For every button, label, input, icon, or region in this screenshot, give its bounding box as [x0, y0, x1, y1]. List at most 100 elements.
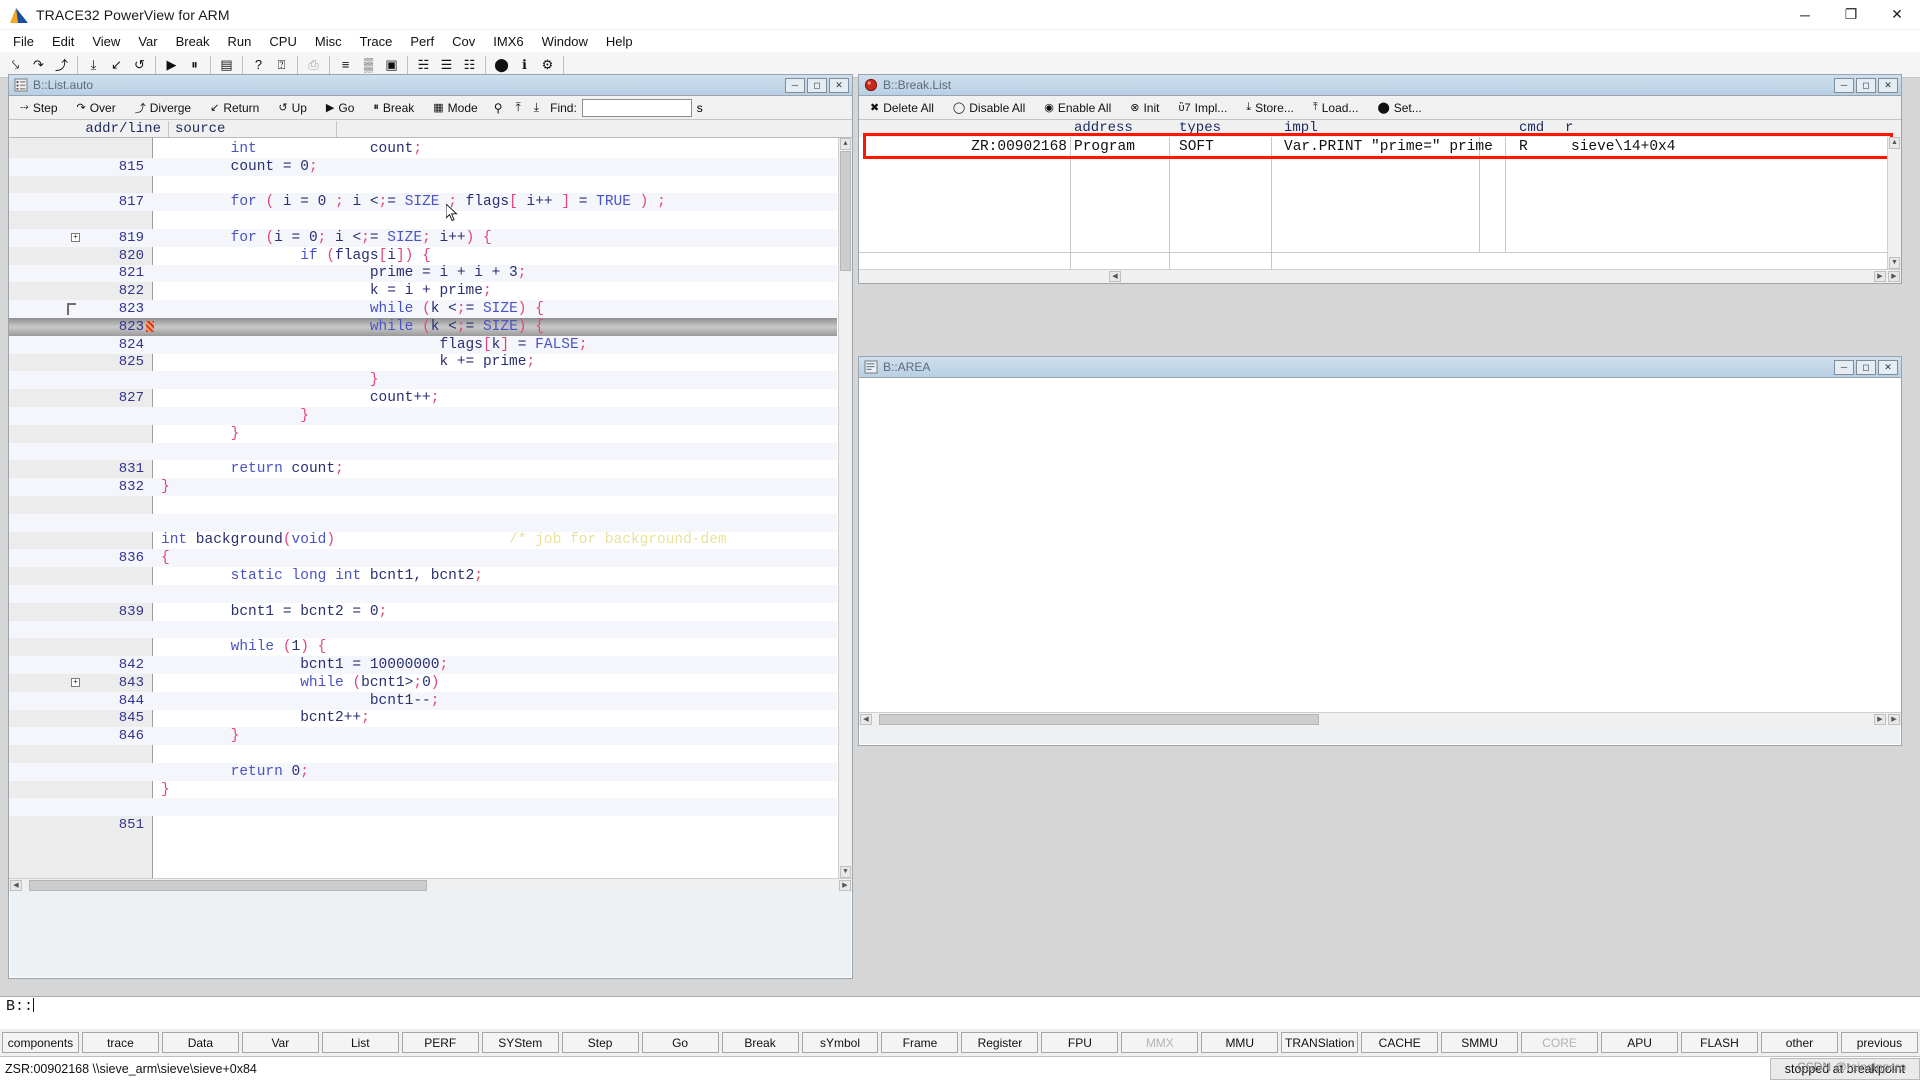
step-over-icon[interactable]: ↷ [27, 54, 50, 76]
code-fold-expand-icon[interactable]: + [71, 233, 80, 243]
break-vertical-scrollbar[interactable]: ▲ ▼ [1887, 137, 1901, 269]
break-scroll-up-arrow-icon[interactable]: ▲ [1889, 137, 1900, 149]
enable-all-button[interactable]: ◉ Enable All [1035, 97, 1121, 118]
command-prompt-row[interactable]: B:: [0, 997, 1920, 1015]
minimize-button[interactable]: ─ [1782, 0, 1828, 30]
menu-item-run[interactable]: Run [219, 32, 261, 51]
init-button[interactable]: ⊗ Init [1121, 97, 1169, 118]
step-up-icon[interactable]: ↺ [128, 54, 151, 76]
step-button[interactable]: ⤑ Step [11, 97, 67, 118]
scroll-down-arrow-icon[interactable]: ▼ [840, 866, 851, 878]
function-key-go[interactable]: Go [641, 1032, 719, 1053]
impl-button[interactable]: ὒ7 Impl... [1169, 97, 1237, 118]
break-column-r[interactable]: r [1565, 120, 1573, 136]
area-horizontal-scrollbar[interactable]: ◀ ▶ ▶ [859, 712, 1901, 726]
code-line[interactable] [9, 620, 837, 639]
up-button[interactable]: ↺ Up [269, 97, 316, 118]
context-help-icon[interactable]: ⍰ [270, 54, 293, 76]
go-icon[interactable]: ▶ [160, 54, 183, 76]
function-key-cache[interactable]: CACHE [1361, 1032, 1439, 1053]
trace-chart-icon[interactable]: ☰ [435, 54, 458, 76]
code-line[interactable]: 822 k = i + prime; [9, 282, 837, 300]
list-minimize-button[interactable]: ─ [785, 77, 805, 93]
menu-item-cpu[interactable]: CPU [260, 32, 305, 51]
goto-down-icon[interactable]: ⤓ [527, 97, 546, 118]
close-button[interactable]: ✕ [1874, 0, 1920, 30]
code-line[interactable]: 843 + while (bcnt1>;0) [9, 674, 837, 692]
break-column-types[interactable]: types [1179, 120, 1221, 136]
list-window-titlebar[interactable]: B::List.auto ─ ◻ ✕ [9, 75, 852, 96]
find-input[interactable] [581, 98, 692, 117]
list-hscroll-thumb[interactable] [29, 880, 427, 891]
function-key-symbol[interactable]: sYmbol [801, 1032, 879, 1053]
function-key-mmu[interactable]: MMU [1201, 1032, 1279, 1053]
break-icon[interactable]: ⏸ [183, 54, 206, 76]
code-line[interactable]: 844 bcnt1--; [9, 691, 837, 710]
step-into-icon[interactable]: ⤥ [4, 54, 27, 76]
delete-all-button[interactable]: ✖ Delete All [861, 97, 943, 118]
function-key-register[interactable]: Register [961, 1032, 1039, 1053]
code-line[interactable]: while (1) { [9, 638, 837, 656]
menu-item-perf[interactable]: Perf [401, 32, 443, 51]
function-key-perf[interactable]: PERF [401, 1032, 479, 1053]
code-line[interactable]: } [9, 781, 837, 799]
code-line[interactable]: 823 while (k <;= SIZE) { [9, 300, 837, 318]
break-column-address[interactable]: address [1074, 120, 1133, 136]
code-line[interactable] [9, 798, 837, 817]
menu-item-break[interactable]: Break [167, 32, 219, 51]
step-return-icon[interactable]: ↙ [105, 54, 128, 76]
area-maximize-button[interactable]: ◻ [1856, 359, 1876, 375]
code-line[interactable]: 817 for ( i = 0 ; i <;= SIZE ; flags[ i+… [9, 193, 837, 212]
code-line[interactable]: 827 count++; [9, 389, 837, 407]
area-hscroll-right-arrow-icon[interactable]: ▶ [1874, 714, 1886, 725]
command-line-area[interactable]: B:: [0, 996, 1920, 1029]
code-line[interactable]: 831 return count; [9, 460, 837, 478]
breakpoints-icon[interactable]: ⬤ [490, 54, 513, 76]
function-key-break[interactable]: Break [721, 1032, 799, 1053]
function-key-list[interactable]: List [321, 1032, 399, 1053]
settings-icon[interactable]: ⚙ [536, 54, 559, 76]
function-key-flash[interactable]: FLASH [1681, 1032, 1758, 1053]
list-source-icon[interactable]: ▤ [215, 54, 238, 76]
menu-item-window[interactable]: Window [533, 32, 597, 51]
source-code-area[interactable]: int count; 815 count = 0; 817 for ( i = 0 … [9, 138, 852, 878]
function-key-apu[interactable]: APU [1601, 1032, 1679, 1053]
list-horizontal-scrollbar[interactable]: ◀ ▶ [9, 878, 852, 892]
return-button[interactable]: ↙ Return [201, 97, 269, 118]
function-key-other[interactable]: other [1760, 1032, 1838, 1053]
set-button[interactable]: ⬤ Set... [1368, 97, 1431, 118]
menu-item-view[interactable]: View [83, 32, 129, 51]
code-line[interactable]: 842 bcnt1 = 10000000; [9, 656, 837, 674]
menu-item-cov[interactable]: Cov [443, 32, 484, 51]
function-key-smmu[interactable]: SMMU [1441, 1032, 1519, 1053]
menu-item-trace[interactable]: Trace [351, 32, 402, 51]
area-hscroll-end-icon[interactable]: ▶ [1888, 714, 1900, 725]
menu-item-var[interactable]: Var [129, 32, 166, 51]
function-key-trace[interactable]: trace [81, 1032, 159, 1053]
area-hscroll-thumb[interactable] [879, 714, 1319, 725]
disable-all-button[interactable]: ◯ Disable All [943, 97, 1035, 118]
code-line[interactable]: 821 prime = i + i + 3; [9, 264, 837, 283]
find-next-icon[interactable]: ⚲ [487, 97, 509, 118]
code-line[interactable]: 819 + for (i = 0; i <;= SIZE; i++) { [9, 228, 837, 247]
code-line[interactable]: 815 count = 0; [9, 157, 837, 176]
list-vertical-scrollbar[interactable]: ▲ ▼ [838, 138, 852, 878]
area-close-button[interactable]: ✕ [1878, 359, 1898, 375]
help-icon[interactable]: ? [247, 54, 270, 76]
break-button[interactable]: ⏸ Break [364, 97, 424, 118]
data-list-icon[interactable]: ▣ [380, 54, 403, 76]
break-table-body[interactable]: ZR:00902168 Program SOFT Var.PRINT "prime="… [859, 133, 1901, 269]
breakpoint-row[interactable]: ZR:00902168 Program SOFT Var.PRINT "prime="… [859, 139, 1901, 157]
list-close-button[interactable]: ✕ [829, 77, 849, 93]
area-hscroll-left-arrow-icon[interactable]: ◀ [860, 714, 872, 725]
scroll-up-arrow-icon[interactable]: ▲ [840, 138, 851, 150]
go-button[interactable]: ▶ Go [316, 97, 364, 118]
column-addr-line[interactable]: addr/line [9, 120, 169, 137]
list-vscroll-thumb[interactable] [840, 151, 851, 271]
code-line[interactable]: } [9, 425, 837, 443]
function-key-system[interactable]: SYStem [481, 1032, 559, 1053]
hscroll-right-arrow-icon[interactable]: ▶ [839, 880, 851, 891]
menu-item-file[interactable]: File [4, 32, 43, 51]
function-key-data[interactable]: Data [161, 1032, 239, 1053]
step-down-icon[interactable]: ⤓ [82, 54, 105, 76]
